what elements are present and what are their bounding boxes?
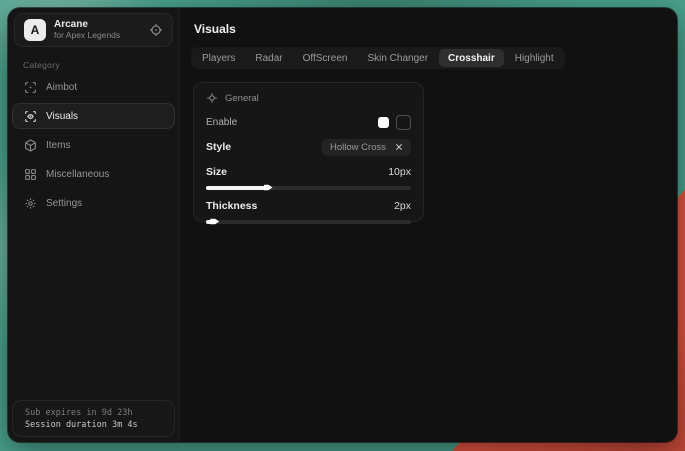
sidebar-item-miscellaneous[interactable]: Miscellaneous bbox=[12, 161, 175, 187]
package-icon bbox=[24, 139, 37, 152]
brand-card: A Arcane for Apex Legends bbox=[14, 13, 173, 47]
brand-text: Arcane for Apex Legends bbox=[54, 19, 141, 40]
tab-offscreen[interactable]: OffScreen bbox=[294, 49, 357, 67]
tab-crosshair[interactable]: Crosshair bbox=[439, 49, 504, 67]
sidebar-item-label: Items bbox=[46, 140, 70, 151]
session-duration-text: Session duration 3m 4s bbox=[25, 420, 162, 430]
size-slider[interactable] bbox=[206, 183, 411, 192]
size-slider-fill bbox=[206, 186, 268, 190]
style-select[interactable]: Hollow Cross bbox=[322, 139, 411, 156]
tab-players[interactable]: Players bbox=[193, 49, 244, 67]
thickness-slider-track[interactable] bbox=[206, 220, 411, 224]
size-value: 10px bbox=[388, 166, 411, 178]
subscription-status-card: Sub expires in 9d 23h Session duration 3… bbox=[12, 400, 175, 437]
general-crosshair-icon bbox=[206, 92, 218, 104]
style-row: Style Hollow Cross bbox=[206, 138, 411, 156]
sidebar-item-aimbot[interactable]: Aimbot bbox=[12, 74, 175, 100]
enable-controls bbox=[378, 115, 411, 130]
sidebar-item-label: Aimbot bbox=[46, 82, 77, 93]
thickness-label: Thickness bbox=[206, 200, 257, 212]
arcane-menu-window: A Arcane for Apex Legends Category bbox=[8, 8, 677, 442]
gear-icon bbox=[24, 197, 37, 210]
tab-bar: Players Radar OffScreen Skin Changer Cro… bbox=[191, 47, 565, 69]
brand-logo: A bbox=[24, 19, 46, 41]
sidebar-item-visuals[interactable]: Visuals bbox=[12, 103, 175, 129]
sidebar-nav: Aimbot Visuals bbox=[12, 74, 175, 216]
style-label: Style bbox=[206, 141, 231, 153]
thickness-slider[interactable] bbox=[206, 217, 411, 226]
thickness-value: 2px bbox=[394, 200, 411, 212]
size-slider-thumb[interactable] bbox=[264, 184, 273, 192]
general-panel: General Enable Style Hollow Cross bbox=[193, 82, 424, 222]
size-row: Size 10px bbox=[206, 164, 411, 180]
sidebar-item-label: Miscellaneous bbox=[46, 169, 109, 180]
panel-header: General bbox=[206, 92, 411, 104]
tab-radar[interactable]: Radar bbox=[246, 49, 291, 67]
thickness-row: Thickness 2px bbox=[206, 198, 411, 214]
style-value: Hollow Cross bbox=[330, 142, 386, 153]
tab-skin-changer[interactable]: Skin Changer bbox=[358, 49, 437, 67]
color-swatch[interactable] bbox=[378, 117, 389, 128]
clear-icon[interactable] bbox=[395, 143, 403, 151]
sidebar-item-label: Visuals bbox=[46, 111, 78, 122]
thickness-slider-thumb[interactable] bbox=[210, 218, 219, 226]
panel-title: General bbox=[225, 93, 259, 104]
enable-row: Enable bbox=[206, 113, 411, 131]
brand-subtitle: for Apex Legends bbox=[54, 31, 141, 41]
size-label: Size bbox=[206, 166, 227, 178]
category-label: Category bbox=[23, 60, 60, 70]
sidebar-item-items[interactable]: Items bbox=[12, 132, 175, 158]
crosshair-icon bbox=[24, 81, 37, 94]
sidebar-item-settings[interactable]: Settings bbox=[12, 190, 175, 216]
tab-highlight[interactable]: Highlight bbox=[506, 49, 563, 67]
grid-icon bbox=[24, 168, 37, 181]
eye-scan-icon bbox=[24, 110, 37, 123]
sidebar-item-label: Settings bbox=[46, 198, 82, 209]
desktop-background: A Arcane for Apex Legends Category bbox=[0, 0, 685, 451]
sub-expiry-text: Sub expires in 9d 23h bbox=[25, 408, 162, 418]
enable-label: Enable bbox=[206, 117, 237, 128]
main-content: Visuals Players Radar OffScreen Skin Cha… bbox=[180, 8, 677, 442]
page-title: Visuals bbox=[194, 22, 236, 36]
sidebar: A Arcane for Apex Legends Category bbox=[8, 8, 180, 442]
enable-checkbox[interactable] bbox=[396, 115, 411, 130]
target-icon[interactable] bbox=[149, 23, 163, 37]
